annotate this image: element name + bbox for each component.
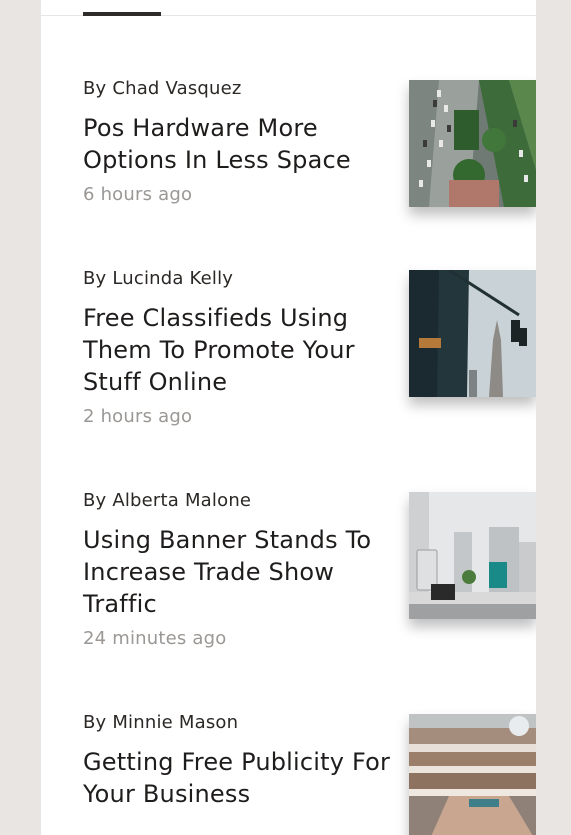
title-line: Using Banner Stands To bbox=[83, 526, 372, 554]
aerial-city-traffic-image[interactable] bbox=[409, 80, 536, 207]
office-desk-image bbox=[409, 492, 536, 619]
article-card[interactable]: By Chad Vasquez Pos Hardware More Option… bbox=[41, 78, 536, 228]
title-line: Free Classifieds Using bbox=[83, 304, 349, 332]
article-card[interactable]: By Alberta Malone Using Banner Stands To… bbox=[41, 490, 536, 660]
title-line: Pos Hardware More bbox=[83, 114, 318, 142]
article-list-panel: By Chad Vasquez Pos Hardware More Option… bbox=[41, 0, 536, 835]
title-line: Stuff Online bbox=[83, 368, 228, 396]
title-line: Getting Free Publicity For bbox=[83, 748, 391, 776]
article-time: 2 hours ago bbox=[83, 406, 193, 427]
article-time: 24 minutes ago bbox=[83, 628, 227, 649]
article-author: By Minnie Mason bbox=[83, 712, 239, 733]
article-card[interactable]: By Minnie Mason Getting Free Publicity F… bbox=[41, 712, 536, 835]
title-line: Increase Trade Show bbox=[83, 558, 335, 586]
title-line: Options In Less Space bbox=[83, 146, 351, 174]
article-title[interactable]: Using Banner Stands To Increase Trade Sh… bbox=[83, 524, 393, 620]
article-author: By Alberta Malone bbox=[83, 490, 252, 511]
article-time: 6 hours ago bbox=[83, 184, 193, 205]
article-title[interactable]: Pos Hardware More Options In Less Space bbox=[83, 112, 393, 176]
shopping-mall-atrium-image bbox=[409, 714, 536, 835]
title-line: Them To Promote Your bbox=[83, 336, 355, 364]
article-author: By Lucinda Kelly bbox=[83, 268, 234, 289]
title-line: Traffic bbox=[83, 590, 157, 618]
article-author: By Chad Vasquez bbox=[83, 78, 242, 99]
skyscraper-traffic-light-image bbox=[409, 270, 536, 397]
aerial-city-traffic-image bbox=[409, 80, 536, 207]
article-card[interactable]: By Lucinda Kelly Free Classifieds Using … bbox=[41, 268, 536, 438]
title-line: Your Business bbox=[83, 780, 251, 808]
office-desk-image[interactable] bbox=[409, 492, 536, 619]
active-tab-indicator bbox=[83, 12, 161, 16]
article-title[interactable]: Free Classifieds Using Them To Promote Y… bbox=[83, 302, 393, 398]
article-title[interactable]: Getting Free Publicity For Your Business bbox=[83, 746, 413, 810]
shopping-mall-atrium-image[interactable] bbox=[409, 714, 536, 835]
skyscraper-traffic-light-image[interactable] bbox=[409, 270, 536, 397]
